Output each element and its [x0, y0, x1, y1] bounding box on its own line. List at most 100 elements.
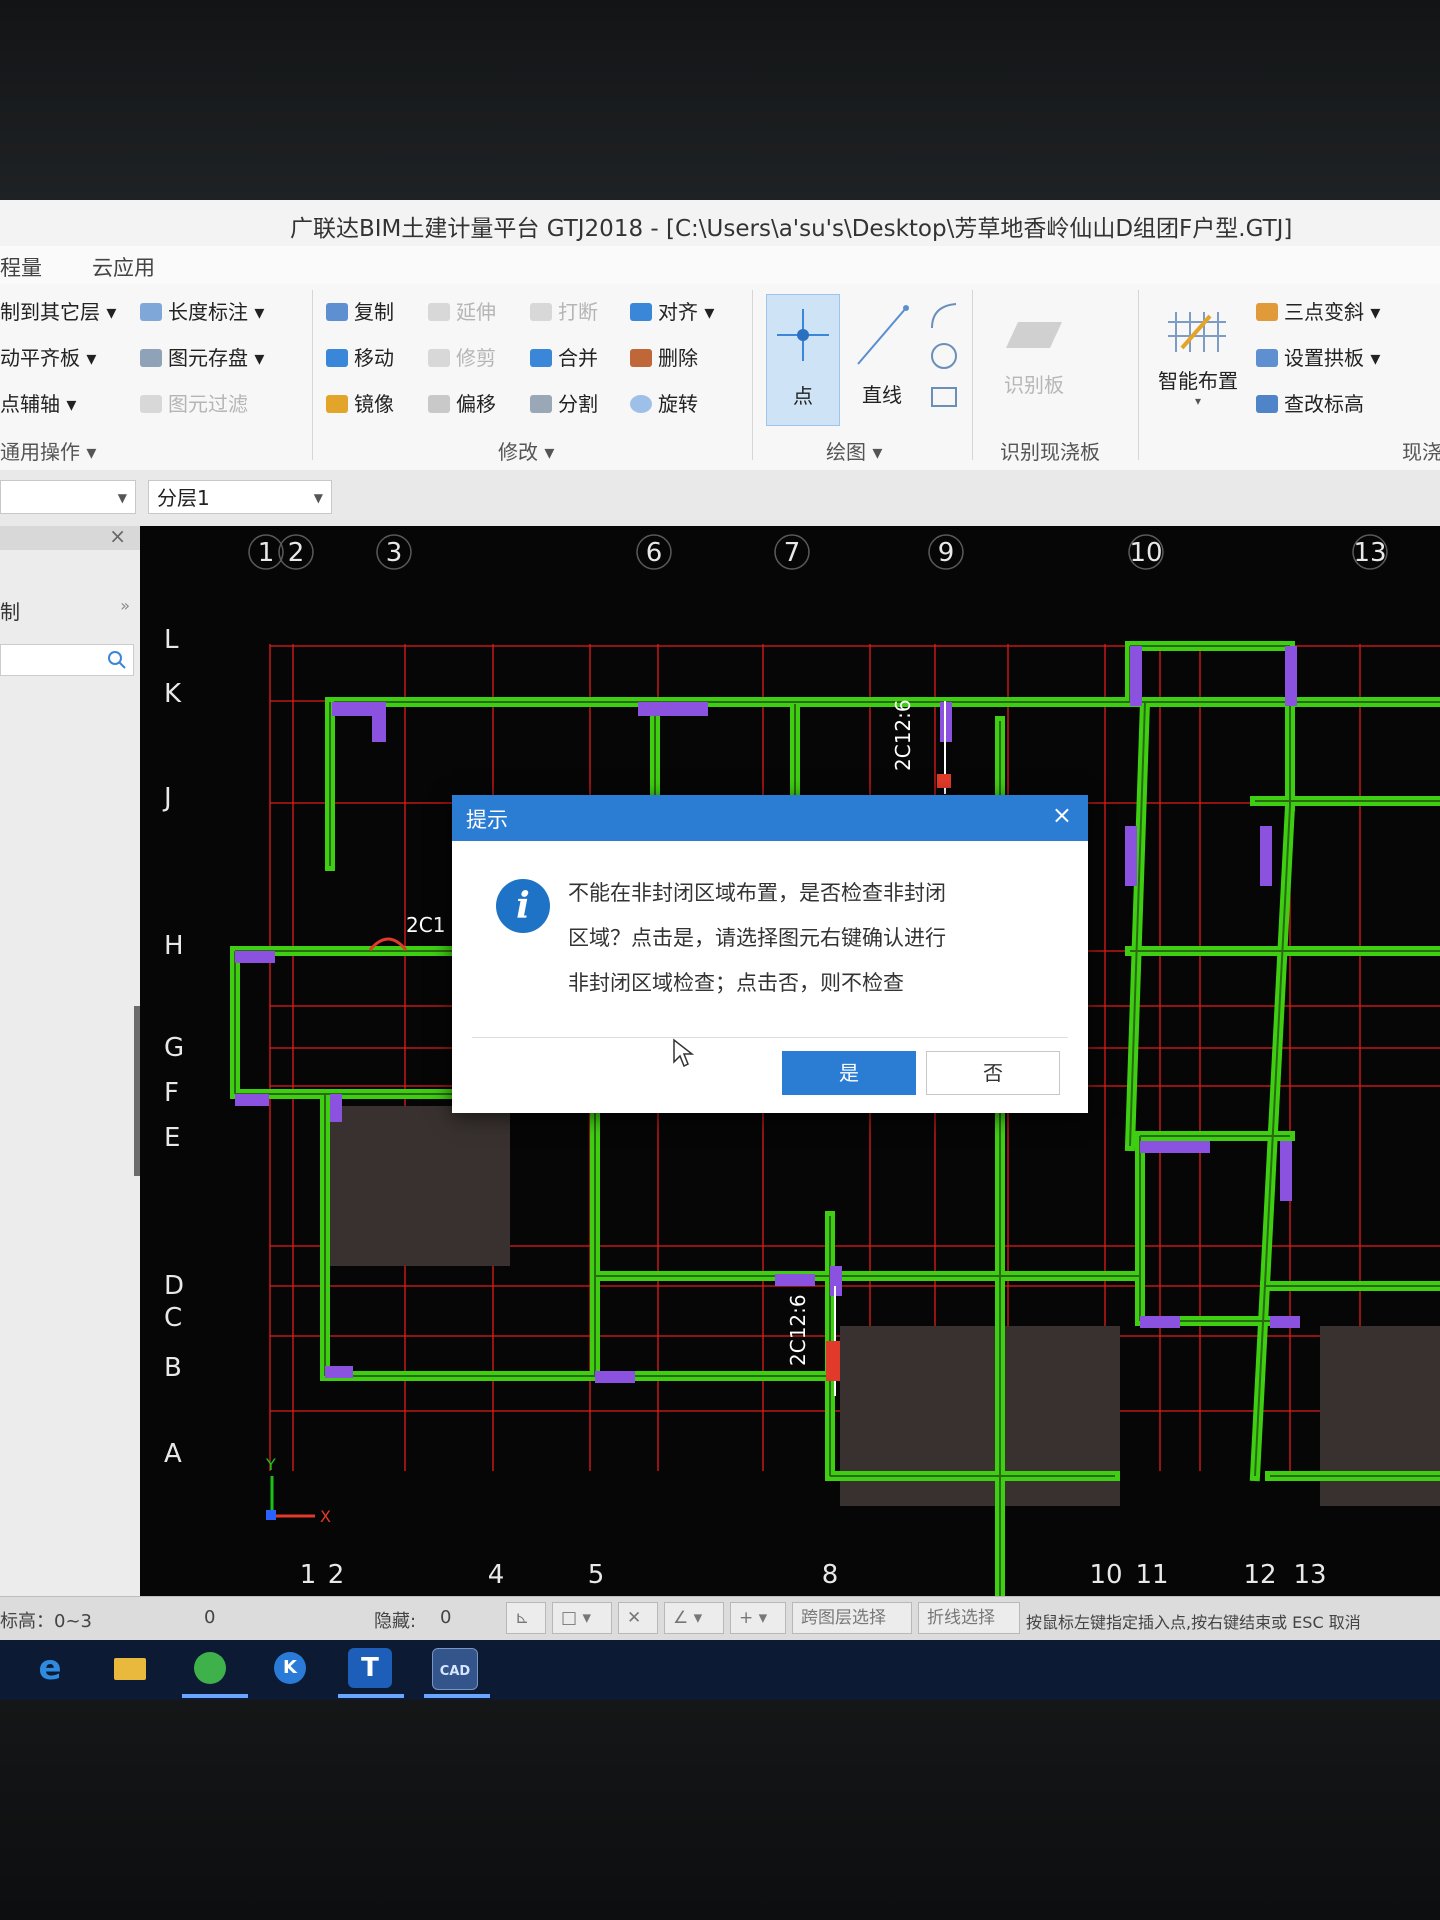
- smart-layout-icon: [1168, 312, 1226, 352]
- dialog-message-line: 不能在非封闭区域布置，是否检查非封闭: [568, 881, 946, 905]
- layer-select[interactable]: 分层1 ▼: [148, 480, 332, 514]
- search-input[interactable]: [0, 644, 134, 676]
- column-element: [638, 702, 708, 716]
- trim-button[interactable]: 修剪: [428, 342, 496, 371]
- arc-circle-rect-icon: [931, 303, 957, 407]
- left-panel: × 制 »: [0, 524, 141, 1596]
- k-app-icon[interactable]: K: [268, 1648, 312, 1688]
- axis-label-left: L: [164, 625, 179, 655]
- edit-elevation-button[interactable]: 查改标高: [1256, 388, 1364, 417]
- axis-label-top: 10: [1129, 538, 1162, 568]
- expand-icon[interactable]: »: [120, 596, 130, 615]
- element-filter-button[interactable]: 图元过滤: [140, 388, 248, 417]
- column-element: [1280, 1141, 1292, 1201]
- move-icon: [326, 349, 348, 367]
- ribbon-separator: [972, 290, 973, 460]
- set-arch-slab-button[interactable]: 设置拱板 ▾: [1256, 342, 1380, 371]
- axis-label-top: 13: [1353, 538, 1386, 568]
- browser-icon[interactable]: [188, 1648, 232, 1688]
- snap-toggle[interactable]: ✕: [618, 1602, 658, 1634]
- angle-toggle[interactable]: ∠ ▾: [664, 1602, 724, 1634]
- draw-point-button[interactable]: 点: [766, 294, 840, 426]
- axis-label-top: 2: [288, 538, 305, 568]
- hidden-count: 0: [440, 1607, 452, 1628]
- save-element-button[interactable]: 图元存盘 ▾: [140, 342, 264, 371]
- copy-button[interactable]: 复制: [326, 296, 394, 325]
- close-icon[interactable]: ×: [109, 524, 126, 548]
- auto-align-slab-button[interactable]: 动平齐板 ▾: [0, 342, 96, 371]
- axis-label-bottom: 4: [488, 1560, 505, 1590]
- three-point-slope-button[interactable]: 三点变斜 ▾: [1256, 296, 1380, 325]
- elevation-icon: [1256, 395, 1278, 413]
- merge-button[interactable]: 合并: [530, 342, 598, 371]
- move-button[interactable]: 移动: [326, 342, 394, 371]
- floor-select[interactable]: ▼: [0, 480, 136, 514]
- align-button[interactable]: 对齐 ▾: [630, 296, 714, 325]
- break-button[interactable]: 打断: [530, 296, 598, 325]
- chevron-down-icon: ▼: [313, 491, 323, 505]
- rotate-button[interactable]: 旋转: [630, 388, 698, 417]
- axis-label-left: C: [164, 1303, 182, 1333]
- dimension-icon: [140, 303, 162, 321]
- smart-layout-button[interactable]: 智能布置 ▾: [1148, 298, 1248, 428]
- running-indicator: [338, 1694, 404, 1698]
- slab-area: [330, 1106, 510, 1266]
- copy-to-other-floors-button[interactable]: 制到其它层 ▾: [0, 296, 116, 325]
- chevron-down-icon: ▼: [117, 491, 127, 505]
- axis-label-top: 3: [386, 538, 403, 568]
- select-mode-toggle[interactable]: □ ▾: [552, 1602, 612, 1634]
- column-element: [235, 951, 275, 963]
- cad-app-icon[interactable]: CAD: [432, 1648, 478, 1690]
- axis-label-top: 9: [938, 538, 955, 568]
- layer-bar: ▼ 分层1 ▼: [0, 470, 1440, 526]
- column-element: [1130, 646, 1142, 706]
- point-axis-button[interactable]: 点辅轴 ▾: [0, 388, 76, 417]
- recognize-slab-button[interactable]: 识别板: [984, 304, 1084, 414]
- length-dimension-button[interactable]: 长度标注 ▾: [140, 296, 264, 325]
- group-modify[interactable]: 修改 ▾: [498, 436, 554, 465]
- axis-label-left: F: [164, 1078, 179, 1108]
- rotate-icon: [630, 395, 652, 413]
- offset-toggle[interactable]: + ▾: [730, 1602, 786, 1634]
- ucs-origin: [266, 1510, 276, 1520]
- draw-line-button[interactable]: 直线: [846, 294, 918, 424]
- cross-layer-select-button[interactable]: 跨图层选择: [792, 1602, 912, 1634]
- offset-button[interactable]: 偏移: [428, 388, 496, 417]
- recognize-slab-icon: [1006, 322, 1062, 348]
- axis-label-top: 7: [784, 538, 801, 568]
- axis-label-left: B: [164, 1353, 182, 1383]
- split-button[interactable]: 分割: [530, 388, 598, 417]
- group-general-ops[interactable]: 通用操作 ▾: [0, 436, 96, 465]
- mirror-button[interactable]: 镜像: [326, 388, 394, 417]
- mouse-cursor-icon: [673, 1038, 694, 1068]
- group-cast-slab: 现浇: [1402, 440, 1440, 464]
- gtj-app-icon[interactable]: T: [348, 1648, 392, 1688]
- menu-cloud-apps[interactable]: 云应用: [92, 252, 155, 282]
- no-button[interactable]: 否: [926, 1051, 1060, 1095]
- column-element: [325, 1366, 353, 1378]
- info-icon: i: [496, 879, 550, 933]
- axis-label-left: E: [164, 1123, 180, 1153]
- folder-icon[interactable]: [108, 1648, 152, 1688]
- group-recognize-slab: 识别现浇板: [1000, 440, 1100, 464]
- ie-icon[interactable]: e: [28, 1648, 72, 1688]
- delete-button[interactable]: 删除: [630, 342, 698, 371]
- status-value: 0: [204, 1607, 216, 1628]
- rebar-annotation-label: 2C12:6: [786, 1294, 810, 1366]
- title-bar: 广联达BIM土建计量平台 GTJ2018 - [C:\Users\a'su's\…: [0, 200, 1440, 246]
- ortho-toggle[interactable]: ⊾: [506, 1602, 546, 1634]
- trim-icon: [428, 349, 450, 367]
- yes-button[interactable]: 是: [782, 1051, 916, 1095]
- filter-icon: [140, 395, 162, 413]
- extend-button[interactable]: 延伸: [428, 296, 496, 325]
- window-title: 广联达BIM土建计量平台 GTJ2018 - [C:\Users\a'su's\…: [290, 216, 1293, 242]
- column-element: [235, 1094, 269, 1106]
- menu-quantities[interactable]: 程量: [0, 252, 42, 282]
- draw-shape-tools[interactable]: [926, 298, 962, 418]
- group-draw[interactable]: 绘图 ▾: [826, 436, 882, 465]
- dialog-close-button[interactable]: ×: [1052, 801, 1072, 829]
- dialog-message-line: 非封闭区域检查；点击否，则不检查: [568, 971, 904, 995]
- ucs-x-label: X: [320, 1507, 331, 1526]
- left-panel-header: ×: [0, 524, 140, 550]
- polyline-select-button[interactable]: 折线选择: [918, 1602, 1020, 1634]
